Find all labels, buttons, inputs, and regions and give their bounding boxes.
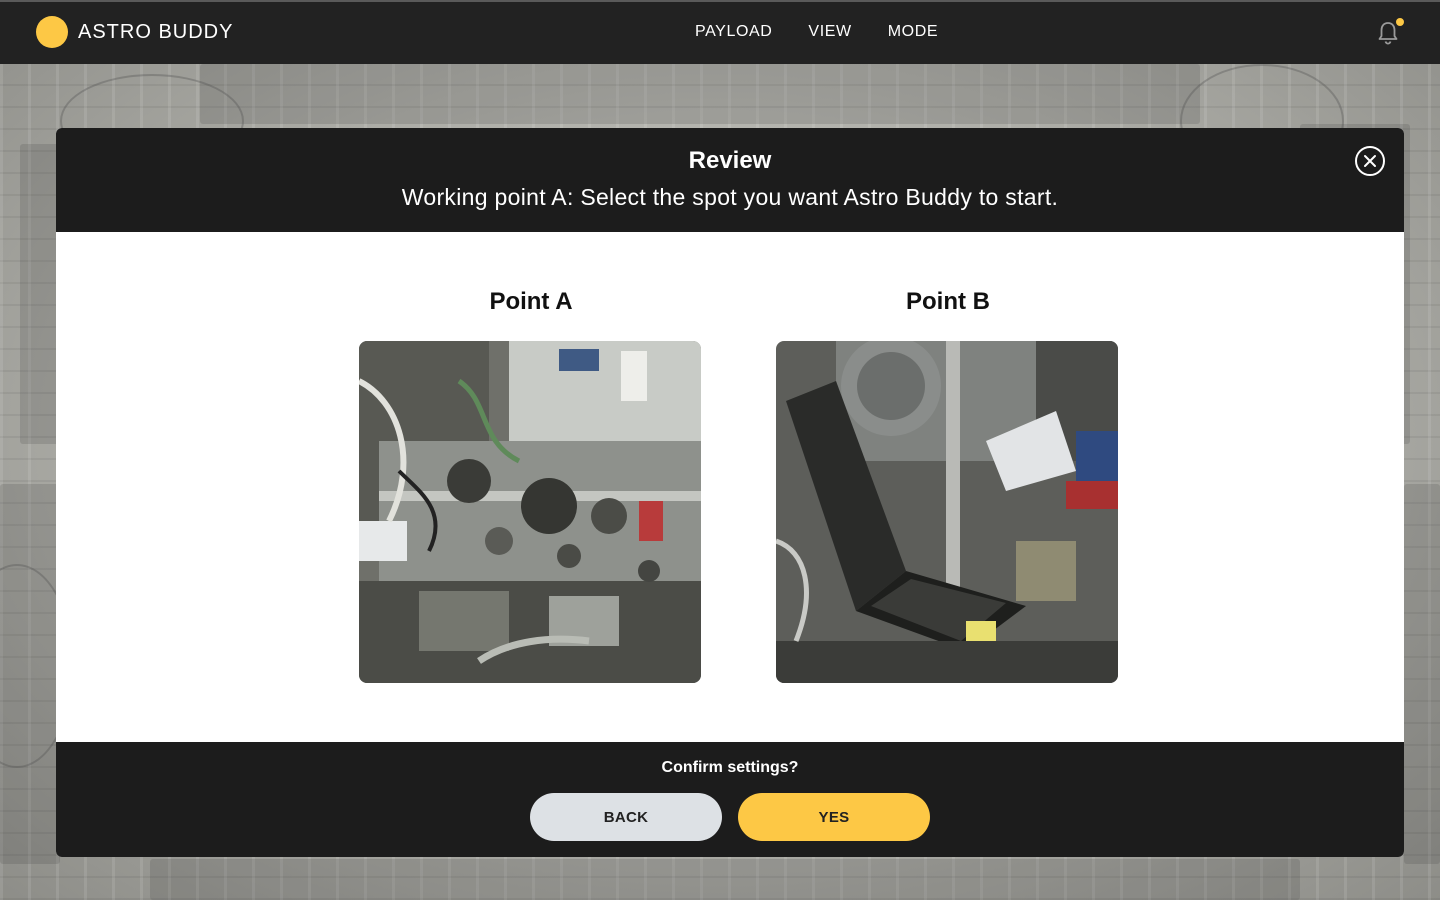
main-nav: PAYLOAD VIEW MODE xyxy=(695,23,938,41)
nav-item-payload[interactable]: PAYLOAD xyxy=(695,23,772,41)
top-navigation-bar: ASTRO BUDDY PAYLOAD VIEW MODE xyxy=(0,0,1440,64)
review-modal: Review Working point A: Select the spot … xyxy=(56,128,1404,857)
logo-icon xyxy=(36,16,68,48)
close-icon[interactable] xyxy=(1355,146,1385,176)
point-a-label: Point A xyxy=(489,288,573,315)
nav-item-mode[interactable]: MODE xyxy=(888,23,938,41)
nav-item-view[interactable]: VIEW xyxy=(808,23,851,41)
modal-footer: Confirm settings? BACK YES xyxy=(56,742,1404,857)
back-button[interactable]: BACK xyxy=(530,793,722,841)
point-b-label: Point B xyxy=(906,288,990,315)
point-b-image[interactable] xyxy=(776,341,1118,683)
modal-subtitle: Working point A: Select the spot you wan… xyxy=(401,184,1059,210)
modal-title: Review xyxy=(688,147,772,174)
point-a-image[interactable] xyxy=(359,341,701,683)
notification-badge xyxy=(1396,18,1404,26)
modal-header: Review Working point A: Select the spot … xyxy=(56,128,1404,232)
confirm-prompt: Confirm settings? xyxy=(661,759,799,776)
app-title: ASTRO BUDDY xyxy=(78,21,234,43)
yes-button[interactable]: YES xyxy=(738,793,930,841)
